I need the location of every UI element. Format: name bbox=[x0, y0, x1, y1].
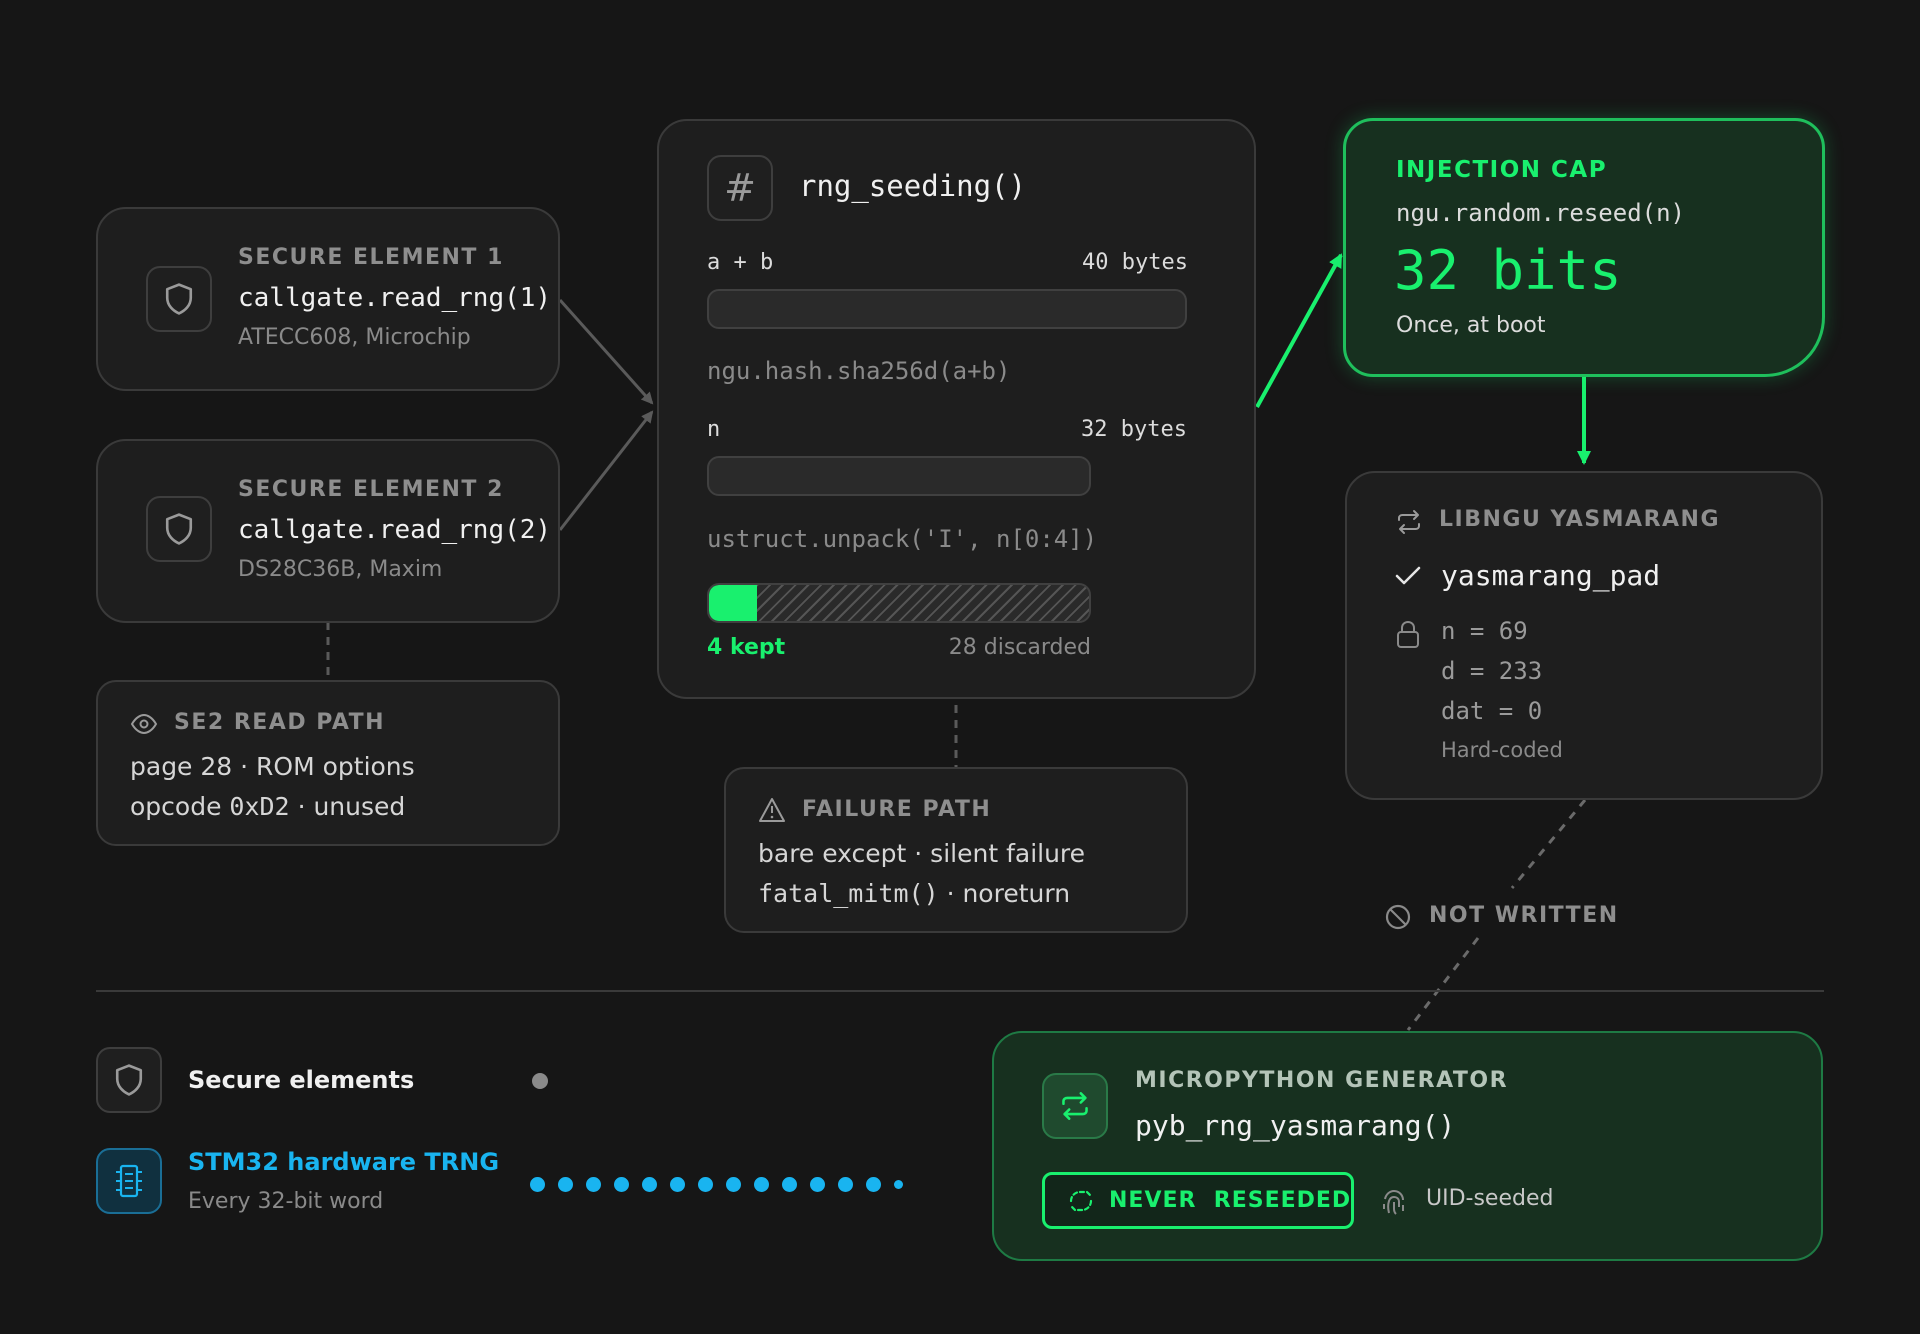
legend-trng-sub: Every 32-bit word bbox=[188, 1189, 384, 1214]
se2-call: callgate.read_rng(2) bbox=[238, 515, 552, 545]
repeat-icon bbox=[1395, 509, 1423, 539]
shield-icon bbox=[146, 496, 212, 562]
repeat-icon bbox=[1042, 1073, 1108, 1139]
n-label: n bbox=[707, 417, 721, 442]
warning-icon bbox=[758, 797, 786, 827]
secure-element-2-card: SECURE ELEMENT 2 callgate.read_rng(2) DS… bbox=[96, 439, 560, 623]
param-d: d = 233 bbox=[1441, 657, 1543, 685]
eye-icon bbox=[130, 713, 158, 738]
trng-dot bbox=[670, 1176, 685, 1192]
injection-call: ngu.random.reseed(n) bbox=[1396, 199, 1685, 227]
trng-dot bbox=[698, 1176, 713, 1192]
se2-read-path-card: SE2 READ PATH page 28 · ROM options opco… bbox=[96, 680, 560, 846]
shield-icon bbox=[146, 266, 212, 332]
trng-dot bbox=[838, 1176, 853, 1192]
legend-se-dot bbox=[532, 1073, 548, 1089]
yasmarang-pad: yasmarang_pad bbox=[1441, 559, 1661, 592]
ban-icon bbox=[1384, 903, 1412, 935]
libngu-label: LIBNGU YASMARANG bbox=[1439, 507, 1721, 532]
ab-bar bbox=[707, 289, 1187, 329]
never-reseeded-badge: NEVER RESEEDED bbox=[1042, 1172, 1354, 1229]
micropython-call: pyb_rng_yasmarang() bbox=[1135, 1109, 1456, 1142]
never-reseeded-text: NEVER RESEEDED bbox=[1109, 1188, 1352, 1213]
legend-trng-dots bbox=[530, 1172, 910, 1196]
trng-dot bbox=[754, 1176, 769, 1192]
se1-call: callgate.read_rng(1) bbox=[238, 283, 552, 313]
trng-dot bbox=[894, 1179, 903, 1189]
secure-element-1-card: SECURE ELEMENT 1 callgate.read_rng(1) AT… bbox=[96, 207, 560, 391]
micropython-label: MICROPYTHON GENERATOR bbox=[1135, 1068, 1509, 1093]
hash-icon: # bbox=[707, 155, 773, 221]
libngu-yasmarang-card: LIBNGU YASMARANG yasmarang_pad n = 69 d … bbox=[1345, 471, 1823, 800]
se2-to-seeding-arrow bbox=[558, 410, 654, 531]
injection-label: INJECTION CAP bbox=[1396, 157, 1608, 183]
refresh-off-icon bbox=[1067, 1188, 1095, 1214]
kept-label: 4 kept bbox=[707, 635, 786, 660]
trng-dot bbox=[586, 1176, 601, 1192]
fingerprint-icon bbox=[1379, 1187, 1409, 1221]
trng-dot bbox=[558, 1176, 573, 1192]
injection-note: Once, at boot bbox=[1396, 313, 1546, 338]
se1-to-seeding-arrow bbox=[558, 299, 654, 405]
check-icon bbox=[1395, 565, 1421, 591]
seeding-to-injection-arrow bbox=[1255, 253, 1343, 408]
failure-path-label: FAILURE PATH bbox=[802, 797, 992, 822]
se2-chip: DS28C36B, Maxim bbox=[238, 557, 443, 582]
shield-icon bbox=[96, 1047, 162, 1113]
unpack-call: ustruct.unpack('I', n[0:4]) bbox=[707, 525, 1098, 553]
chip-icon bbox=[96, 1148, 162, 1214]
param-n: n = 69 bbox=[1441, 617, 1528, 645]
trng-dot bbox=[810, 1176, 825, 1192]
legend-se-label: Secure elements bbox=[188, 1066, 415, 1094]
kept-discarded-bar bbox=[707, 583, 1091, 623]
uid-seeded-label: UID-seeded bbox=[1426, 1186, 1554, 1211]
trng-dot bbox=[866, 1176, 881, 1192]
se2-read-path-label: SE2 READ PATH bbox=[174, 710, 386, 735]
lock-icon bbox=[1395, 619, 1421, 653]
se1-label: SECURE ELEMENT 1 bbox=[238, 245, 504, 270]
se2-label: SECURE ELEMENT 2 bbox=[238, 477, 504, 502]
se1-chip: ATECC608, Microchip bbox=[238, 325, 471, 350]
ab-label: a + b bbox=[707, 250, 774, 275]
libngu-to-micropython-dashed bbox=[1510, 799, 1587, 889]
trng-dot bbox=[614, 1176, 629, 1192]
se2-read-path-line2: opcode 0xD2 · unused bbox=[130, 792, 406, 821]
failure-line2: fatal_mitm() · noreturn bbox=[758, 879, 1071, 908]
rng-seeding-card: # rng_seeding() a + b 40 bytes ngu.hash.… bbox=[657, 119, 1256, 699]
discarded-label: 28 discarded bbox=[948, 635, 1091, 660]
trng-dot bbox=[530, 1176, 545, 1192]
kept-fill bbox=[709, 585, 757, 621]
se2-read-path-line1: page 28 · ROM options bbox=[130, 752, 415, 781]
libngu-to-micropython-dashed-lower bbox=[1406, 937, 1480, 1031]
failure-path-card: FAILURE PATH bare except · silent failur… bbox=[724, 767, 1188, 933]
trng-dot bbox=[726, 1176, 741, 1192]
n-size: 32 bytes bbox=[1081, 417, 1187, 442]
hash-call: ngu.hash.sha256d(a+b) bbox=[707, 357, 1011, 385]
injection-value: 32 bits bbox=[1394, 239, 1622, 302]
seeding-title: rng_seeding() bbox=[799, 169, 1026, 203]
legend-trng-label: STM32 hardware TRNG bbox=[188, 1148, 500, 1176]
trng-dot bbox=[782, 1176, 797, 1192]
injection-cap-card: INJECTION CAP ngu.random.reseed(n) 32 bi… bbox=[1343, 118, 1825, 377]
not-written-label: NOT WRITTEN bbox=[1429, 903, 1619, 928]
failure-line1: bare except · silent failure bbox=[758, 839, 1086, 868]
trng-dot bbox=[642, 1176, 657, 1192]
libngu-note: Hard-coded bbox=[1441, 738, 1563, 762]
ab-size: 40 bytes bbox=[1082, 250, 1188, 275]
micropython-generator-card: MICROPYTHON GENERATOR pyb_rng_yasmarang(… bbox=[992, 1031, 1823, 1261]
n-bar bbox=[707, 456, 1091, 496]
param-dat: dat = 0 bbox=[1441, 697, 1543, 725]
